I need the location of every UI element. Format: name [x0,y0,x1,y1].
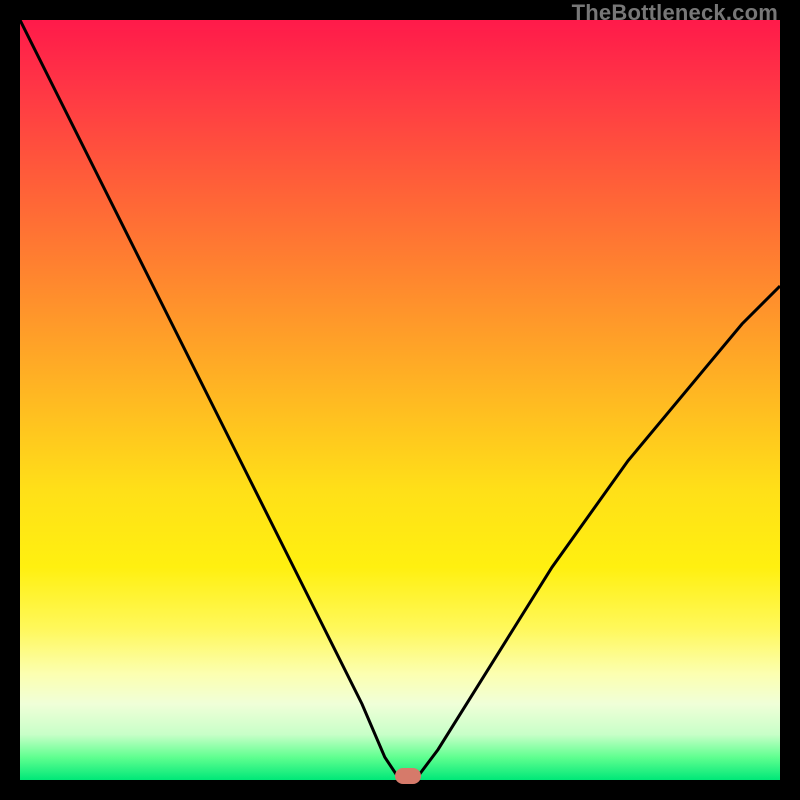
bottleneck-curve-path [20,20,780,780]
watermark-text: TheBottleneck.com [572,0,778,26]
curve-svg [20,20,780,780]
chart-container: TheBottleneck.com [0,0,800,800]
minimum-marker [395,768,421,784]
plot-area [20,20,780,780]
